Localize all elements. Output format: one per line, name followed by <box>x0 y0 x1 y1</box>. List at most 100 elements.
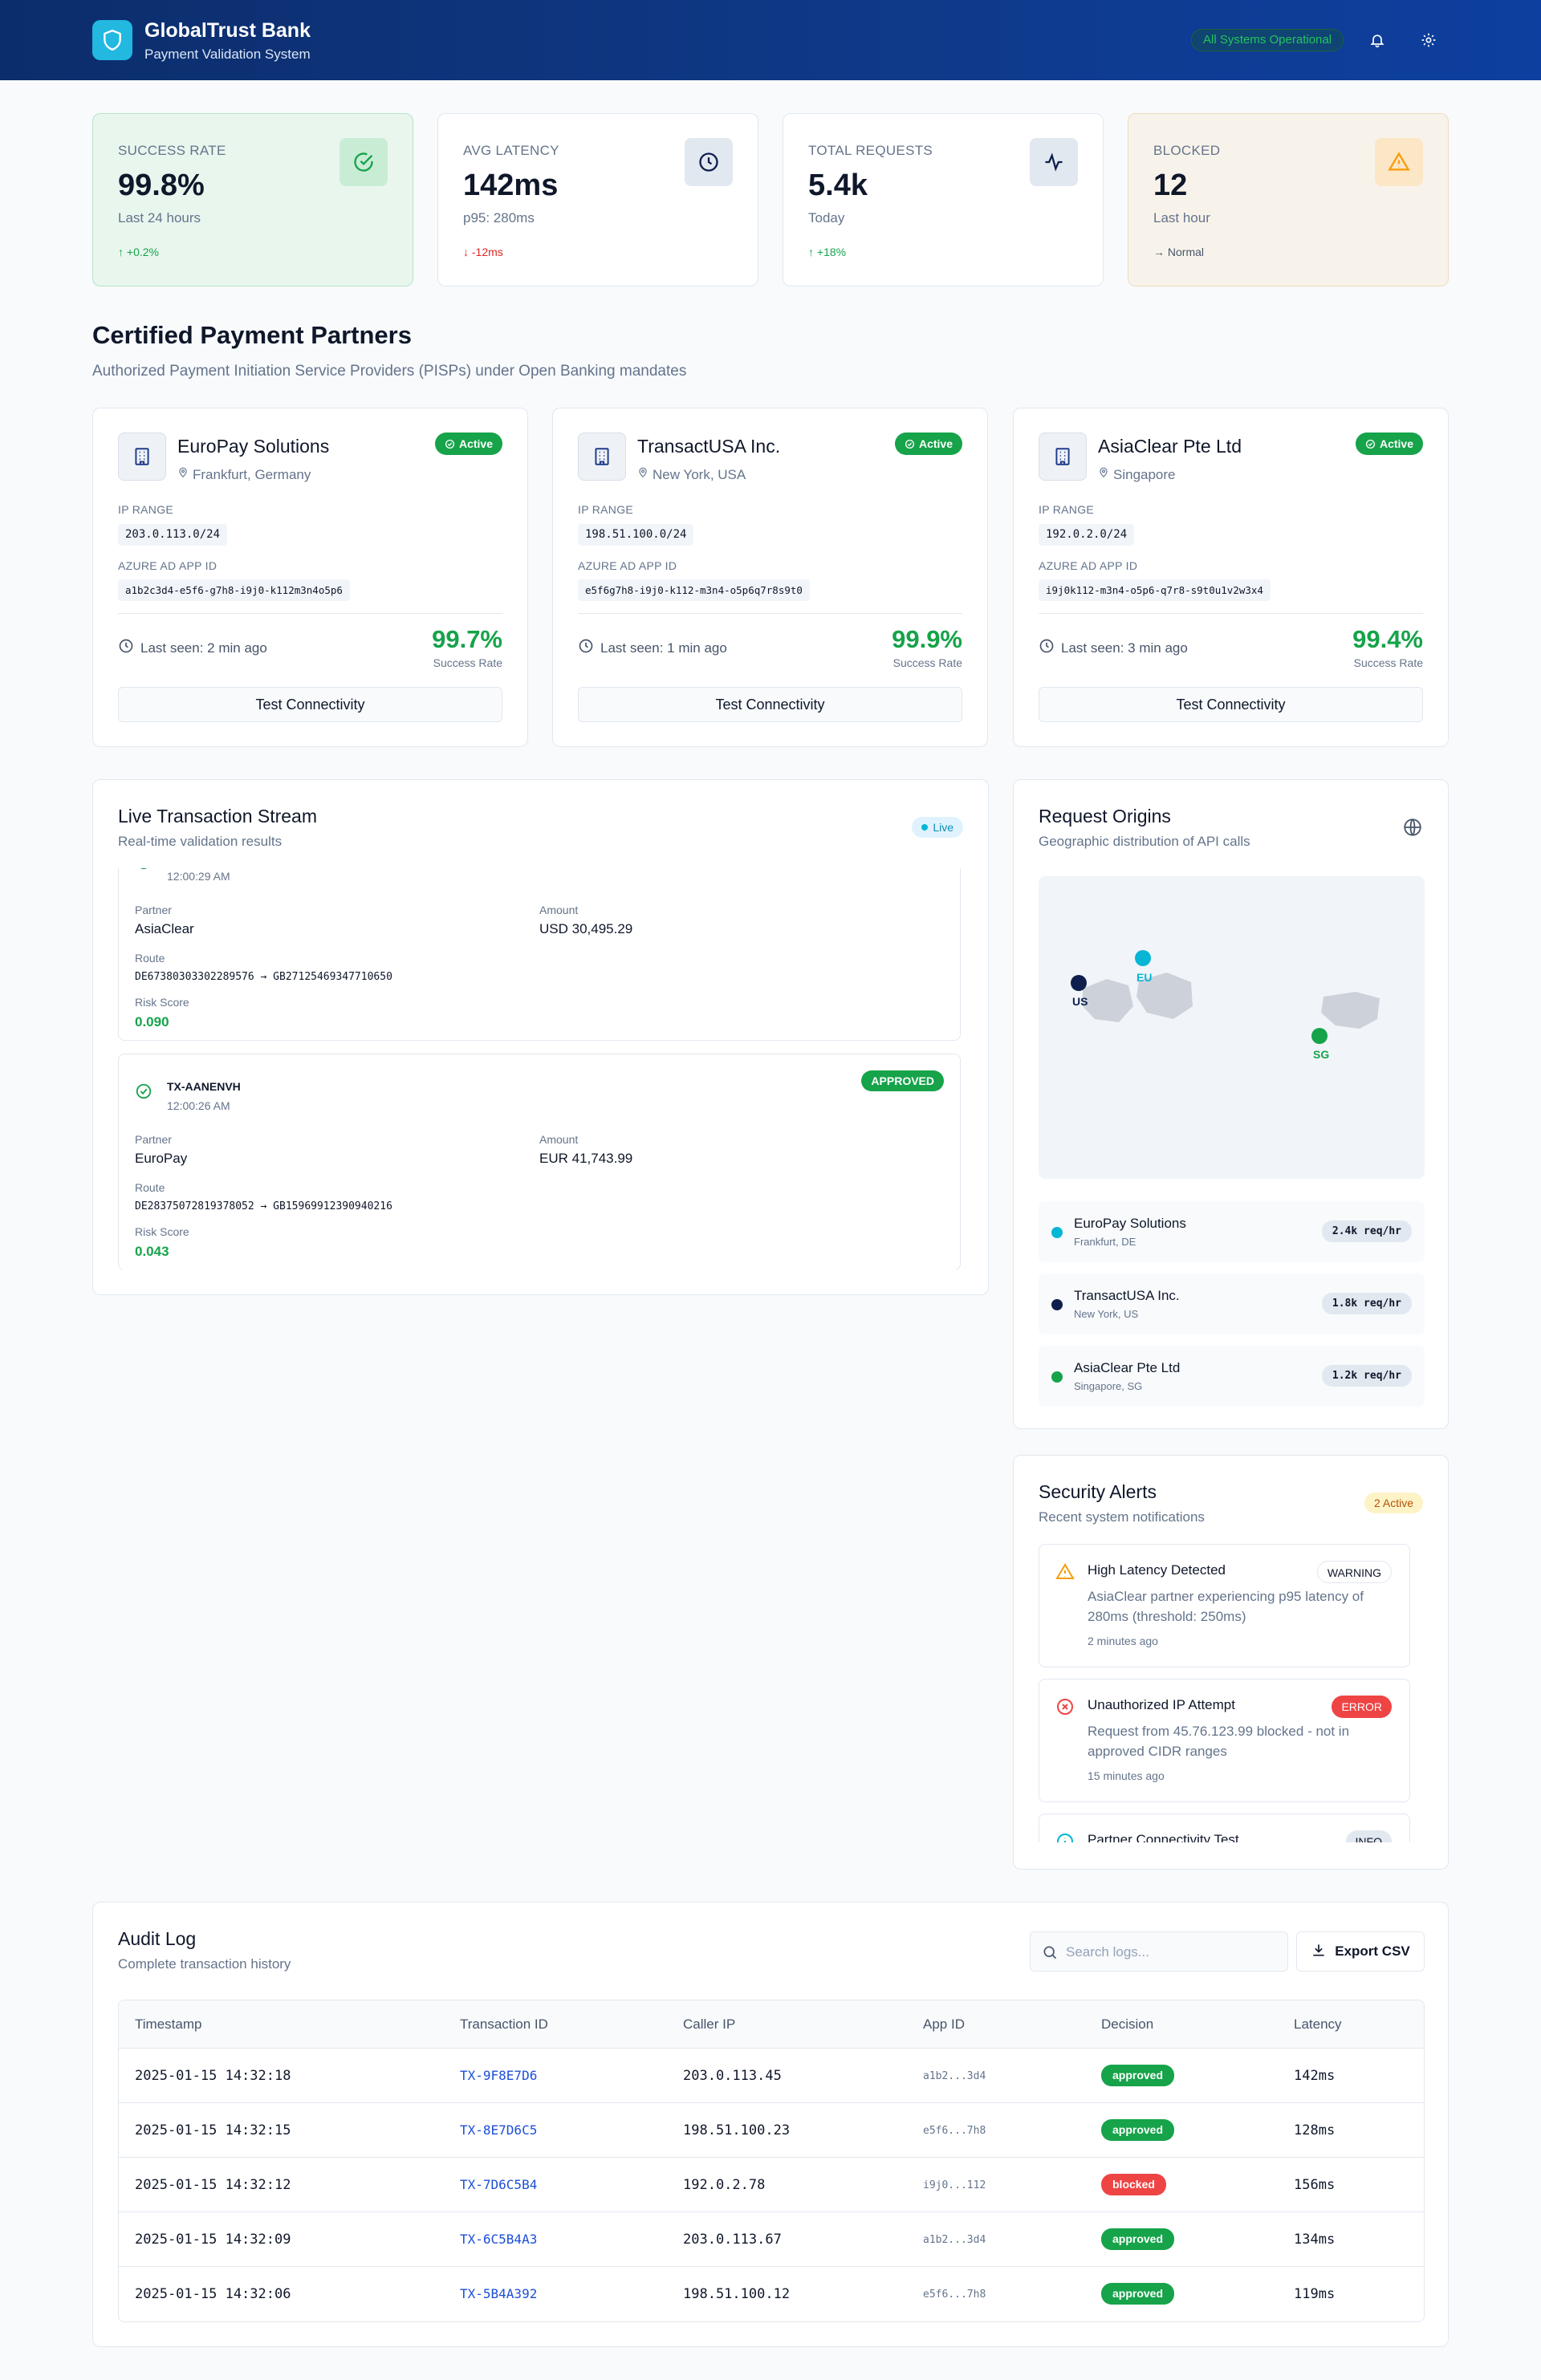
stat-sub: p95: 280ms <box>463 210 535 225</box>
clock-icon <box>1039 638 1055 658</box>
audit-title: Audit Log <box>118 1928 197 1949</box>
cell-transaction-id[interactable]: TX-5B4A392 <box>460 2286 537 2301</box>
stat-card-total-requests: TOTAL REQUESTS 5.4k Today ↑ +18% <box>783 113 1104 286</box>
table-row[interactable]: 2025-01-15 14:32:06 TX-5B4A392 198.51.10… <box>119 2267 1424 2321</box>
partner-location-text: Singapore <box>1113 466 1176 482</box>
transaction-list[interactable]: 12:00:29 AM Partner AsiaClear Amount USD… <box>118 868 961 1269</box>
check-circle-icon <box>135 1082 152 1104</box>
sg-marker[interactable] <box>1311 1028 1328 1044</box>
eu-marker[interactable] <box>1135 950 1151 966</box>
alert-item[interactable]: High Latency Detected WARNING AsiaClear … <box>1039 1544 1410 1667</box>
building-icon <box>578 433 626 481</box>
cell-transaction-id[interactable]: TX-7D6C5B4 <box>460 2177 537 2192</box>
transaction-time: 12:00:26 AM <box>167 1099 230 1112</box>
test-connectivity-button[interactable]: Test Connectivity <box>578 687 962 722</box>
alert-item[interactable]: Unauthorized IP Attempt ERROR Request fr… <box>1039 1679 1410 1802</box>
origin-location: New York, US <box>1074 1308 1139 1320</box>
decision-badge: approved <box>1101 2065 1175 2086</box>
partner-location: Frankfurt, Germany <box>177 466 311 483</box>
export-csv-button[interactable]: Export CSV <box>1296 1931 1425 1972</box>
app-id-value: a1b2c3d4-e5f6-g7h8-i9j0-k112m3n4o5p6 <box>118 579 350 601</box>
alert-level-badge: INFO <box>1345 1830 1392 1842</box>
active-status-badge: Active <box>434 433 502 455</box>
cell-transaction-id[interactable]: TX-8E7D6C5 <box>460 2122 537 2138</box>
origin-location: Singapore, SG <box>1074 1380 1143 1392</box>
live-label: Live <box>933 821 953 834</box>
app-title: GlobalTrust Bank <box>144 19 311 42</box>
continents-shapes <box>1083 973 1380 1029</box>
check-circle-icon <box>905 439 915 449</box>
origin-item[interactable]: TransactUSA Inc. New York, US 1.8k req/h… <box>1039 1273 1425 1334</box>
search-input[interactable] <box>1066 1942 1275 1963</box>
table-row[interactable]: 2025-01-15 14:32:09 TX-6C5B4A3 203.0.113… <box>119 2212 1424 2267</box>
us-marker[interactable] <box>1071 975 1087 991</box>
alert-level-badge: WARNING <box>1316 1561 1392 1583</box>
col-header[interactable]: Latency <box>1294 2017 1342 2033</box>
stat-change: ↑ +0.2% <box>118 246 159 258</box>
alert-time: 15 minutes ago <box>1088 1769 1165 1782</box>
table-row[interactable]: 2025-01-15 14:32:18 TX-9F8E7D6 203.0.113… <box>119 2049 1424 2103</box>
gear-icon[interactable] <box>1417 29 1440 51</box>
alerts-subtitle: Recent system notifications <box>1039 1509 1205 1525</box>
world-map: US EU SG <box>1039 876 1425 1179</box>
activity-icon <box>1030 138 1078 186</box>
partner-name: TransactUSA Inc. <box>637 436 781 457</box>
sg-marker-label: SG <box>1313 1048 1330 1061</box>
stat-value: 12 <box>1153 169 1188 202</box>
alerts-list[interactable]: High Latency Detected WARNING AsiaClear … <box>1039 1544 1410 1842</box>
search-icon <box>1042 1944 1058 1964</box>
cell-latency: 142ms <box>1294 2068 1336 2084</box>
col-header[interactable]: Caller IP <box>683 2017 735 2033</box>
alert-item[interactable]: Partner Connectivity Test INFO <box>1039 1813 1410 1842</box>
cell-transaction-id[interactable]: TX-9F8E7D6 <box>460 2068 537 2083</box>
cell-timestamp: 2025-01-15 14:32:06 <box>135 2286 291 2302</box>
clock-icon <box>578 638 594 658</box>
active-alerts-badge: 2 Active <box>1364 1493 1423 1513</box>
amount-label: Amount <box>539 1133 579 1146</box>
test-connectivity-button[interactable]: Test Connectivity <box>118 687 502 722</box>
decision-badge: approved <box>1101 2283 1175 2305</box>
divider <box>578 613 962 614</box>
decision-badge: approved <box>1101 2228 1175 2250</box>
route-label: Route <box>135 952 165 965</box>
partner-card: EuroPay Solutions Frankfurt, Germany Act… <box>92 408 528 747</box>
search-box[interactable] <box>1030 1931 1288 1972</box>
success-rate-value: 99.9% <box>892 625 962 653</box>
test-connectivity-button[interactable]: Test Connectivity <box>1039 687 1423 722</box>
transaction-card[interactable]: TX-AANENVH 12:00:26 AM APPROVED Partner … <box>118 1054 961 1269</box>
partners-title: Certified Payment Partners <box>92 321 412 349</box>
export-label: Export CSV <box>1335 1943 1410 1959</box>
app-id-value: i9j0k112-m3n4-o5p6-q7r8-s9t0u1v2w3x4 <box>1039 579 1271 601</box>
warning-icon <box>1375 138 1423 186</box>
x-circle-icon <box>1055 1697 1075 1720</box>
col-header[interactable]: Timestamp <box>135 2017 201 2033</box>
col-header[interactable]: App ID <box>923 2017 965 2033</box>
stat-card-success-rate: SUCCESS RATE 99.8% Last 24 hours ↑ +0.2% <box>92 113 413 286</box>
origin-rate-badge: 1.2k req/hr <box>1321 1365 1412 1387</box>
route-label: Route <box>135 1181 165 1194</box>
col-header[interactable]: Transaction ID <box>460 2017 548 2033</box>
origin-item[interactable]: EuroPay Solutions Frankfurt, DE 2.4k req… <box>1039 1201 1425 1262</box>
globe-icon[interactable] <box>1402 817 1423 842</box>
cell-latency: 119ms <box>1294 2286 1336 2302</box>
partners-subtitle: Authorized Payment Initiation Service Pr… <box>92 363 687 380</box>
origin-item[interactable]: AsiaClear Pte Ltd Singapore, SG 1.2k req… <box>1039 1346 1425 1407</box>
cell-caller-ip: 203.0.113.67 <box>683 2232 782 2248</box>
origin-location: Frankfurt, DE <box>1074 1236 1136 1248</box>
cell-caller-ip: 198.51.100.23 <box>683 2122 791 2138</box>
cell-latency: 134ms <box>1294 2232 1336 2248</box>
partner-name: EuroPay Solutions <box>177 436 330 457</box>
route-value: DE67380303302289576 → GB2712546934771065… <box>135 971 392 983</box>
table-row[interactable]: 2025-01-15 14:32:12 TX-7D6C5B4 192.0.2.7… <box>119 2158 1424 2212</box>
cell-transaction-id[interactable]: TX-6C5B4A3 <box>460 2232 537 2247</box>
stat-value: 142ms <box>463 169 559 202</box>
cell-timestamp: 2025-01-15 14:32:18 <box>135 2068 291 2084</box>
table-row[interactable]: 2025-01-15 14:32:15 TX-8E7D6C5 198.51.10… <box>119 2103 1424 2158</box>
cell-caller-ip: 203.0.113.45 <box>683 2068 782 2084</box>
transaction-card[interactable]: 12:00:29 AM Partner AsiaClear Amount USD… <box>118 868 961 1041</box>
stat-card-avg-latency: AVG LATENCY 142ms p95: 280ms ↓ -12ms <box>437 113 758 286</box>
active-label: Active <box>458 437 493 450</box>
app-id-label: AZURE AD APP ID <box>578 559 677 572</box>
bell-icon[interactable] <box>1366 29 1389 51</box>
col-header[interactable]: Decision <box>1101 2017 1153 2033</box>
